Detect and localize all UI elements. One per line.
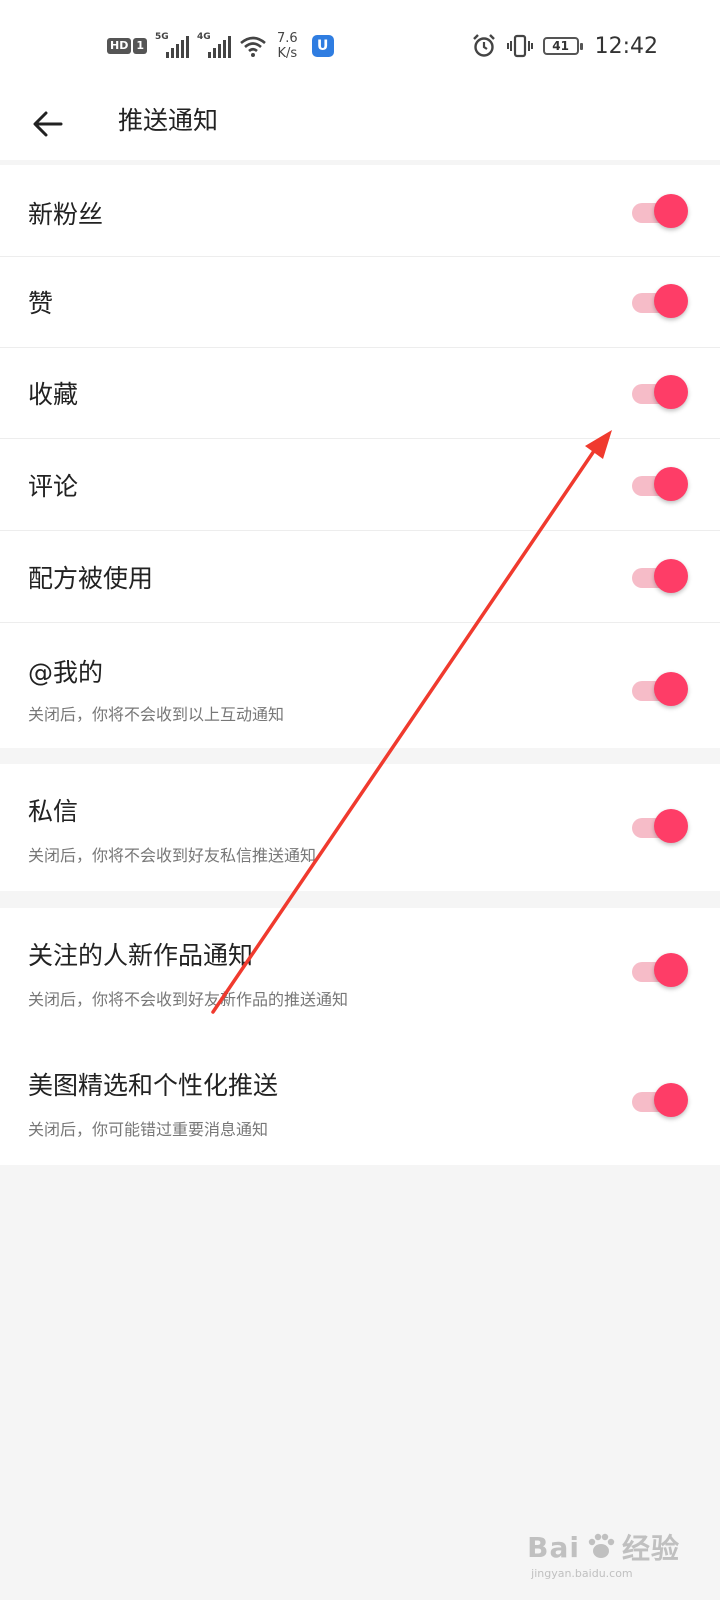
- private-message-group: 私信 关闭后，你将不会收到好友私信推送通知: [0, 764, 720, 891]
- status-bar-right: 41 12:42: [471, 30, 658, 62]
- setting-title: 关注的人新作品通知: [28, 941, 254, 970]
- setting-row-private-messages: 私信 关闭后，你将不会收到好友私信推送通知: [0, 764, 720, 891]
- setting-row-likes: 赞: [0, 257, 720, 348]
- mentions-toggle[interactable]: [632, 670, 688, 710]
- comments-toggle[interactable]: [632, 465, 688, 505]
- network-speed: 7.6 K/s: [277, 31, 298, 61]
- setting-row-favorites: 收藏: [0, 348, 720, 439]
- back-button[interactable]: [22, 98, 74, 150]
- setting-subtitle: 关闭后，你可能错过重要消息通知: [28, 1120, 269, 1139]
- clock: 12:42: [594, 33, 658, 59]
- page-title: 推送通知: [118, 106, 219, 135]
- setting-subtitle: 关闭后，你将不会收到好友私信推送通知: [28, 846, 317, 865]
- setting-subtitle: 关闭后，你将不会收到好友新作品的推送通知: [28, 990, 349, 1009]
- toggle-knob: [654, 953, 688, 987]
- new-followers-toggle[interactable]: [632, 192, 688, 232]
- setting-row-recipe-used: 配方被使用: [0, 531, 720, 623]
- watermark-main-text-2: 经验: [621, 1532, 680, 1565]
- alarm-icon: [472, 34, 495, 57]
- setting-title: 评论: [28, 472, 79, 501]
- setting-title: 收藏: [28, 380, 79, 409]
- recipe-used-toggle[interactable]: [632, 557, 688, 597]
- setting-title: @我的: [28, 658, 104, 687]
- status-bar-left: HD 1 5G 4G 7.6 K/s U: [107, 30, 334, 62]
- sim-label: 1: [133, 38, 147, 54]
- setting-title: 美图精选和个性化推送: [28, 1071, 279, 1100]
- likes-toggle[interactable]: [632, 282, 688, 322]
- watermark-sub: jingyan.baidu.com: [531, 1567, 633, 1580]
- hd-label: HD: [107, 38, 132, 54]
- back-arrow-icon: [33, 111, 63, 137]
- app-notification-icon: U: [311, 35, 334, 57]
- wifi-icon: [240, 36, 266, 57]
- network-speed-unit: K/s: [277, 46, 298, 61]
- toggle-knob: [654, 467, 688, 501]
- toggle-knob: [654, 559, 688, 593]
- setting-title: 新粉丝: [28, 200, 104, 229]
- watermark-main: Bai 经验: [527, 1527, 680, 1567]
- signal-5g-icon: 5G: [155, 32, 189, 58]
- content-push-group: 关注的人新作品通知 关闭后，你将不会收到好友新作品的推送通知 美图精选和个性化推…: [0, 908, 720, 1165]
- setting-row-new-followers: 新粉丝: [0, 165, 720, 257]
- status-bar: HD 1 5G 4G 7.6 K/s U 41 12:42: [0, 0, 720, 90]
- toggle-knob: [654, 672, 688, 706]
- personalized-push-toggle[interactable]: [632, 1081, 688, 1121]
- toggle-knob: [654, 194, 688, 228]
- private-messages-toggle[interactable]: [632, 807, 688, 847]
- interaction-settings-group: 新粉丝 赞 收藏 评论 配方被使用 @我的 关闭后，你将不会收到以上互动通知: [0, 165, 720, 748]
- toggle-knob: [654, 284, 688, 318]
- setting-row-comments: 评论: [0, 439, 720, 531]
- favorites-toggle[interactable]: [632, 373, 688, 413]
- paw-logo-icon: [588, 1533, 615, 1558]
- setting-title: 配方被使用: [28, 564, 154, 593]
- watermark-main-text: Bai: [527, 1530, 580, 1564]
- hd-voice-icon: HD 1: [107, 38, 147, 54]
- setting-subtitle: 关闭后，你将不会收到以上互动通知: [28, 705, 285, 724]
- page-header: 推送通知: [0, 90, 720, 160]
- network-speed-value: 7.6: [277, 31, 298, 46]
- followed-new-works-toggle[interactable]: [632, 951, 688, 991]
- battery-icon: 41: [542, 37, 583, 55]
- setting-title: 赞: [28, 289, 54, 318]
- toggle-knob: [654, 375, 688, 409]
- battery-level: 41: [552, 39, 569, 53]
- vibrate-icon: [506, 34, 533, 58]
- signal-4g-icon: 4G: [197, 32, 231, 58]
- setting-row-personalized-push: 美图精选和个性化推送 关闭后，你可能错过重要消息通知: [0, 1036, 720, 1165]
- toggle-knob: [654, 809, 688, 843]
- setting-row-mentions: @我的 关闭后，你将不会收到以上互动通知: [0, 623, 720, 748]
- baidu-jingyan-watermark: Bai 经验 jingyan.baidu.com: [527, 1527, 680, 1581]
- setting-row-followed-new-works: 关注的人新作品通知 关闭后，你将不会收到好友新作品的推送通知: [0, 908, 720, 1036]
- toggle-knob: [654, 1083, 688, 1117]
- setting-title: 私信: [28, 797, 79, 826]
